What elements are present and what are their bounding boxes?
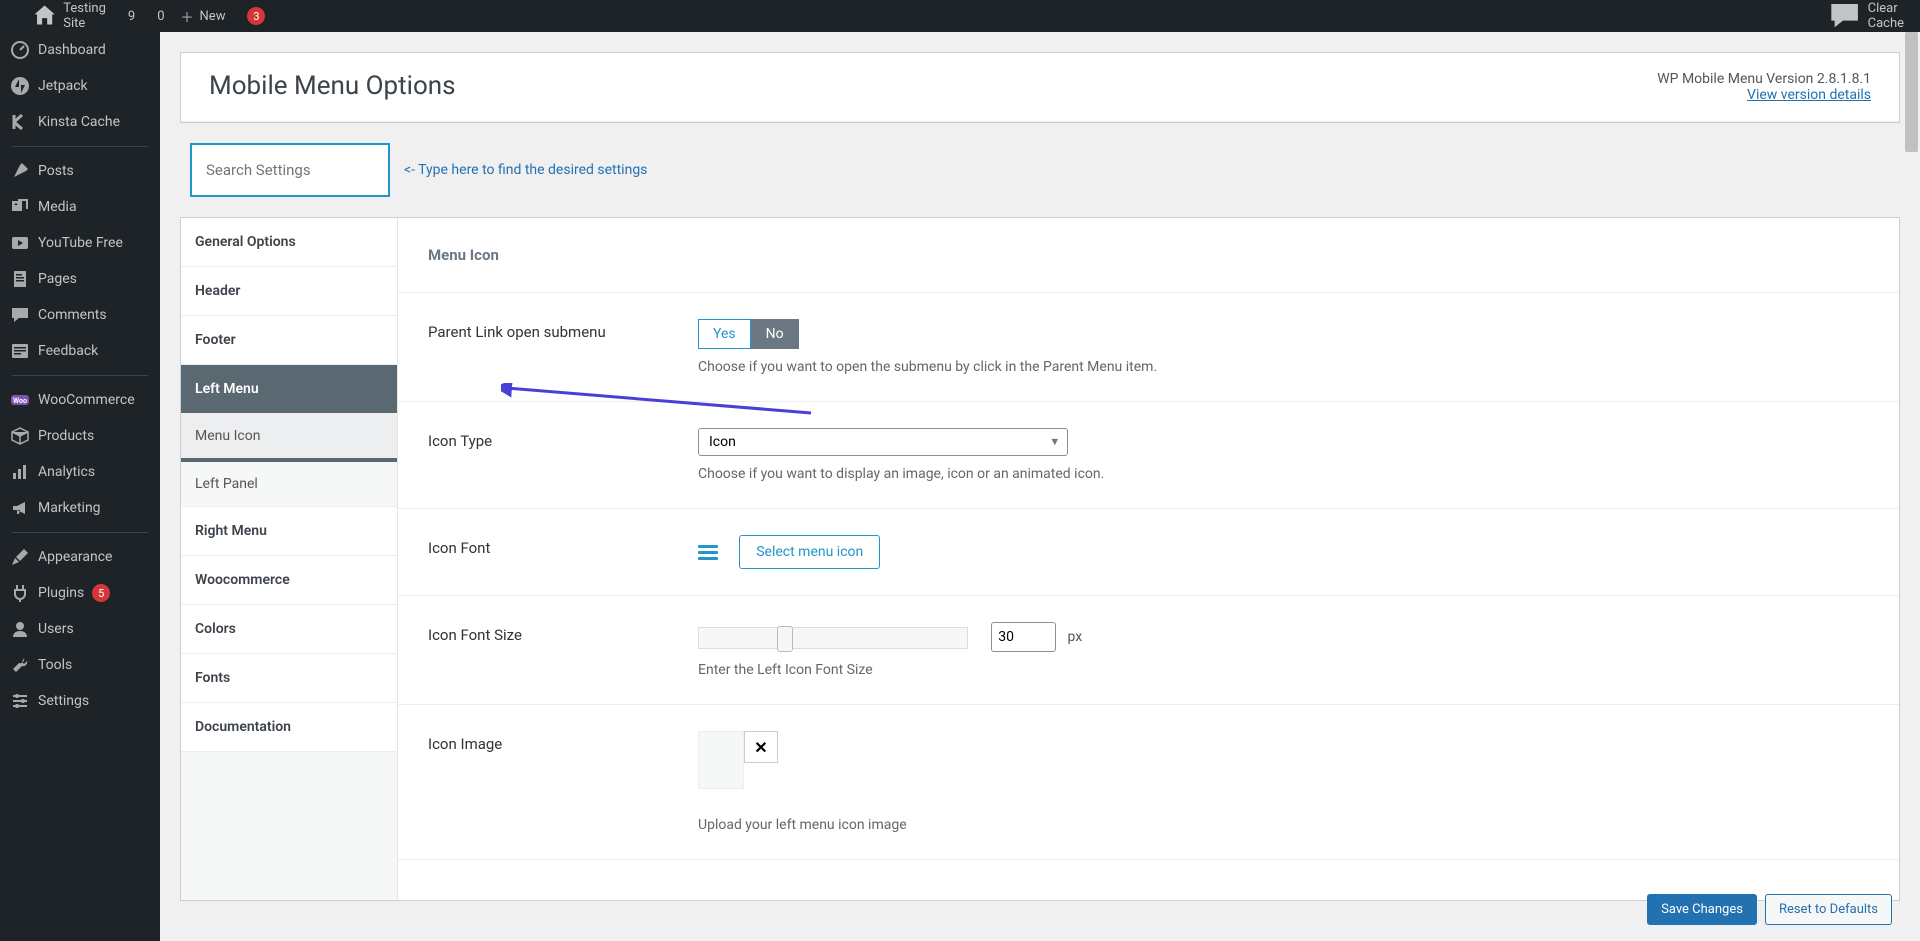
- field-label-icon-image: Icon Image: [428, 731, 678, 833]
- sidebar-label: Plugins: [38, 585, 84, 601]
- sidebar-item-marketing[interactable]: Marketing: [0, 490, 160, 526]
- icon-size-input[interactable]: [991, 622, 1056, 652]
- sidebar-label: Tools: [38, 657, 72, 673]
- sidebar-label: Marketing: [38, 500, 101, 516]
- tab-left-menu[interactable]: Left Menu: [181, 365, 397, 414]
- remove-image-button[interactable]: ✕: [744, 731, 778, 763]
- clear-cache-label: Clear Cache: [1868, 1, 1904, 31]
- version-details-link[interactable]: View version details: [1747, 87, 1871, 103]
- sidebar-item-analytics[interactable]: Analytics: [0, 454, 160, 490]
- sidebar-label: Posts: [38, 163, 74, 179]
- new-content-link[interactable]: ＋New: [173, 0, 234, 32]
- admin-top-bar: Testing Site 9 0 ＋New 3 Clear Cache: [0, 0, 1920, 32]
- tab-right-menu[interactable]: Right Menu: [181, 507, 397, 556]
- sidebar-label: Kinsta Cache: [38, 114, 120, 130]
- scrollbar-thumb[interactable]: [1905, 32, 1918, 152]
- updates-link[interactable]: 9: [114, 0, 143, 32]
- field-label-icon-size: Icon Font Size: [428, 622, 678, 678]
- select-menu-icon-button[interactable]: Select menu icon: [739, 535, 880, 569]
- field-label-icon-type: Icon Type: [428, 428, 678, 482]
- settings-tabs: General Options Header Footer Left Menu …: [181, 218, 398, 900]
- subtab-menu-icon[interactable]: Menu Icon: [181, 414, 397, 462]
- tab-header[interactable]: Header: [181, 267, 397, 316]
- field-label-parent-link: Parent Link open submenu: [428, 319, 678, 375]
- svg-text:Woo: Woo: [13, 397, 27, 405]
- field-label-icon-font: Icon Font: [428, 535, 678, 569]
- sidebar-item-posts[interactable]: Posts: [0, 153, 160, 189]
- icon-image-thumbnail[interactable]: [698, 731, 744, 789]
- unit-label: px: [1067, 629, 1082, 645]
- page-scrollbar[interactable]: [1903, 32, 1920, 941]
- slider-handle[interactable]: [777, 626, 793, 652]
- sidebar-item-jetpack[interactable]: Jetpack: [0, 68, 160, 104]
- site-name: Testing Site: [63, 1, 106, 31]
- sidebar-label: Feedback: [38, 343, 98, 359]
- tab-general-options[interactable]: General Options: [181, 218, 397, 267]
- field-desc: Choose if you want to display an image, …: [698, 466, 1869, 482]
- section-title: Menu Icon: [398, 218, 1899, 293]
- sidebar-item-plugins[interactable]: Plugins 5: [0, 575, 160, 611]
- comments-link[interactable]: 0: [143, 0, 172, 32]
- reset-defaults-button[interactable]: Reset to Defaults: [1765, 894, 1892, 925]
- settings-content: Menu Icon Parent Link open submenu Yes N…: [398, 218, 1899, 900]
- tab-colors[interactable]: Colors: [181, 605, 397, 654]
- action-bar: Save Changes Reset to Defaults: [1647, 894, 1892, 925]
- sidebar-label: Pages: [38, 271, 77, 287]
- yes-no-toggle: Yes No: [698, 319, 799, 349]
- icon-size-slider[interactable]: [698, 627, 968, 649]
- hamburger-icon: [698, 545, 718, 560]
- sidebar-label: Settings: [38, 693, 89, 709]
- sidebar-item-pages[interactable]: Pages: [0, 261, 160, 297]
- sidebar-item-feedback[interactable]: Feedback: [0, 333, 160, 369]
- page-title: Mobile Menu Options: [209, 71, 456, 101]
- sidebar-item-products[interactable]: Products: [0, 418, 160, 454]
- field-desc: Enter the Left Icon Font Size: [698, 662, 1869, 678]
- tab-documentation[interactable]: Documentation: [181, 703, 397, 752]
- sidebar-item-media[interactable]: Media: [0, 189, 160, 225]
- new-label: New: [200, 9, 226, 24]
- toggle-no-button[interactable]: No: [751, 319, 799, 349]
- sidebar-label: Jetpack: [38, 78, 88, 94]
- admin-sidebar: Dashboard Jetpack Kinsta Cache Posts Med…: [0, 32, 160, 941]
- sidebar-label: Dashboard: [38, 42, 106, 58]
- main-content: Mobile Menu Options WP Mobile Menu Versi…: [160, 32, 1920, 921]
- sidebar-label: Appearance: [38, 549, 112, 565]
- wp-logo-menu[interactable]: [8, 0, 24, 32]
- icon-type-select[interactable]: Icon: [698, 428, 1068, 456]
- sidebar-item-settings[interactable]: Settings: [0, 683, 160, 719]
- comments-count: 0: [157, 9, 164, 24]
- sidebar-item-woocommerce[interactable]: Woo WooCommerce: [0, 382, 160, 418]
- sidebar-label: YouTube Free: [38, 235, 123, 251]
- sidebar-item-youtube[interactable]: YouTube Free: [0, 225, 160, 261]
- sidebar-item-comments[interactable]: Comments: [0, 297, 160, 333]
- sidebar-label: Products: [38, 428, 94, 444]
- yoast-link[interactable]: 3: [233, 0, 273, 32]
- sidebar-item-users[interactable]: Users: [0, 611, 160, 647]
- tab-footer[interactable]: Footer: [181, 316, 397, 365]
- toggle-yes-button[interactable]: Yes: [698, 319, 751, 349]
- sidebar-label: WooCommerce: [38, 392, 135, 408]
- field-desc: Upload your left menu icon image: [698, 817, 1869, 833]
- sidebar-item-tools[interactable]: Tools: [0, 647, 160, 683]
- tab-woocommerce[interactable]: Woocommerce: [181, 556, 397, 605]
- sidebar-label: Comments: [38, 307, 107, 323]
- clear-cache-link[interactable]: Clear Cache: [1820, 0, 1912, 32]
- sidebar-item-appearance[interactable]: Appearance: [0, 539, 160, 575]
- save-changes-button[interactable]: Save Changes: [1647, 894, 1757, 925]
- subtab-left-panel[interactable]: Left Panel: [181, 462, 397, 507]
- search-settings-input[interactable]: [190, 143, 390, 197]
- plugins-count: 5: [92, 584, 110, 602]
- site-name-link[interactable]: Testing Site: [24, 0, 114, 32]
- sidebar-label: Analytics: [38, 464, 95, 480]
- search-hint: <- Type here to find the desired setting…: [404, 162, 647, 178]
- sidebar-item-dashboard[interactable]: Dashboard: [0, 32, 160, 68]
- sidebar-item-kinsta[interactable]: Kinsta Cache: [0, 104, 160, 140]
- version-text: WP Mobile Menu Version 2.8.1.8.1: [1657, 71, 1871, 87]
- yoast-badge: 3: [247, 7, 265, 25]
- sidebar-label: Media: [38, 199, 77, 215]
- sidebar-label: Users: [38, 621, 74, 637]
- updates-count: 9: [128, 9, 135, 24]
- tab-fonts[interactable]: Fonts: [181, 654, 397, 703]
- field-desc: Choose if you want to open the submenu b…: [698, 359, 1869, 375]
